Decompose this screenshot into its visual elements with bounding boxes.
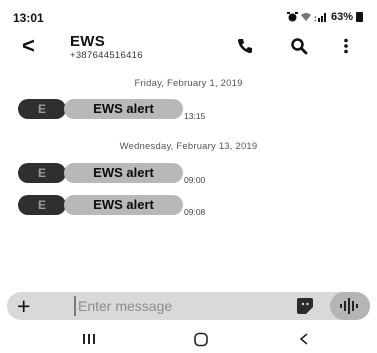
message-time: 09:08 <box>184 207 206 217</box>
status-icons: : 63% <box>286 11 363 23</box>
message-bubble[interactable]: EWS alert <box>64 195 183 215</box>
battery-percent: 63% <box>330 11 353 23</box>
svg-text::: : <box>314 14 317 22</box>
more-vertical-icon[interactable] <box>343 37 349 55</box>
alarm-icon <box>286 12 298 22</box>
message-time: 09:00 <box>184 175 206 185</box>
voice-waveform-icon <box>340 298 358 314</box>
nav-back-icon[interactable] <box>298 332 310 346</box>
home-icon[interactable] <box>193 332 209 348</box>
back-arrow-icon[interactable]: < <box>22 33 35 59</box>
date-separator: Wednesday, February 13, 2019 <box>119 141 258 152</box>
search-icon[interactable] <box>290 37 308 55</box>
avatar[interactable]: E <box>18 99 66 119</box>
conversation-header: < EWS +387644516416 <box>0 28 377 68</box>
contact-name: EWS <box>70 33 106 50</box>
message-time: 13:15 <box>184 111 206 121</box>
status-bar: 13:01 : 63% <box>0 0 377 28</box>
status-time: 13:01 <box>13 11 44 25</box>
phone-icon[interactable] <box>236 37 254 55</box>
plus-icon[interactable]: + <box>17 292 30 320</box>
date-separator: Friday, February 1, 2019 <box>134 78 243 89</box>
voice-button[interactable] <box>330 292 370 320</box>
message-input[interactable] <box>74 296 274 316</box>
avatar[interactable]: E <box>18 163 66 183</box>
sticker-icon[interactable] <box>296 298 314 314</box>
battery-icon <box>356 12 363 22</box>
contact-number: +387644516416 <box>70 50 143 61</box>
message-composer: + <box>7 292 370 320</box>
signal-icon: : <box>314 13 326 22</box>
avatar[interactable]: E <box>18 195 66 215</box>
message-bubble[interactable]: EWS alert <box>64 163 183 183</box>
navigation-bar <box>0 328 377 353</box>
wifi-icon <box>300 13 311 21</box>
message-bubble[interactable]: EWS alert <box>64 99 183 119</box>
recents-icon[interactable] <box>82 332 96 346</box>
